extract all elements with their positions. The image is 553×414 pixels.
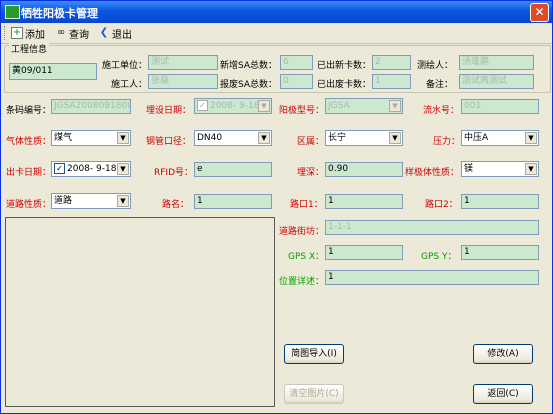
toolbar: + 添加 ∞ 查询 ❮ 退出 <box>1 23 552 44</box>
close-button[interactable]: ✕ <box>530 3 549 22</box>
lane-field[interactable]: 1-1-1 <box>325 220 539 235</box>
bury-date-checkbox[interactable]: ✓ <box>197 100 208 111</box>
chevron-down-icon[interactable]: ▼ <box>389 100 401 112</box>
image-preview <box>5 217 275 407</box>
remark-label: 备注： <box>426 80 454 90</box>
road-name-label: 路名： <box>162 200 190 210</box>
pipe-label: 钢管口径： <box>146 137 192 147</box>
app-icon <box>5 5 20 19</box>
import-image-button[interactable]: 简图导入(I) <box>284 344 344 364</box>
add-icon: + <box>11 27 23 39</box>
district-label: 区属： <box>297 137 325 147</box>
construction-unit-label: 施工单位： <box>102 61 148 71</box>
issue-date-picker[interactable]: ✓ 2008- 9-18 ▼ <box>51 161 131 177</box>
anode-type-select[interactable]: JGSA ▼ <box>325 98 403 114</box>
pipe-value: DN40 <box>197 133 223 143</box>
location-label: 位置详述： <box>279 277 325 287</box>
anode-type-label: 阳极型号： <box>279 106 325 116</box>
bury-date-label: 埋设日期： <box>146 106 192 116</box>
gas-value: 煤气 <box>54 133 73 143</box>
surveyor-label: 测绘人： <box>417 61 454 71</box>
main-window: 牺牲阳极卡管理 ✕ + 添加 ∞ 查询 ❮ 退出 工程信息 黄09/011 施工… <box>0 0 553 414</box>
serial-label: 流水号： <box>423 106 460 116</box>
add-button-label: 添加 <box>25 29 45 41</box>
district-select[interactable]: 长宁 ▼ <box>325 130 403 146</box>
rfid-label: RFID号： <box>154 168 194 178</box>
issue-date-label: 出卡日期： <box>6 168 52 178</box>
clear-image-button[interactable]: 清空图片(C) <box>284 384 344 404</box>
chevron-down-icon[interactable]: ▼ <box>117 163 129 175</box>
back-arrow-icon: ❮ <box>99 27 109 38</box>
issued-new-field[interactable]: 2 <box>372 55 411 70</box>
serial-field[interactable]: 001 <box>461 99 539 114</box>
surveyor-field[interactable]: 汤蓬鹏 <box>459 55 534 70</box>
search-button[interactable]: ∞ 查询 <box>55 25 89 41</box>
bury-date-picker[interactable]: ✓ 2008- 9-18 ▼ <box>194 98 272 114</box>
issued-scrap-field[interactable]: 1 <box>372 74 411 89</box>
location-field[interactable]: 1 <box>325 270 539 285</box>
chevron-down-icon[interactable]: ▼ <box>117 195 129 207</box>
rfid-field[interactable]: e <box>194 162 272 177</box>
title-bar[interactable]: 牺牲阳极卡管理 ✕ <box>1 1 552 23</box>
road1-field[interactable]: 1 <box>325 194 403 209</box>
pressure-label: 压力： <box>433 137 461 147</box>
project-name-field[interactable]: 黄09/011 <box>9 63 97 80</box>
back-button[interactable]: 返回(C) <box>473 384 533 404</box>
search-button-label: 查询 <box>69 29 89 41</box>
chevron-down-icon[interactable]: ▼ <box>525 163 537 175</box>
barcode-field[interactable]: JGSA20080918001 <box>51 99 131 114</box>
toolbar-grip[interactable] <box>4 26 7 40</box>
anode-type-value: JGSA <box>328 101 350 111</box>
chevron-down-icon[interactable]: ▼ <box>117 132 129 144</box>
test-body-select[interactable]: 镁 ▼ <box>461 161 539 177</box>
chevron-down-icon[interactable]: ▼ <box>258 132 270 144</box>
pipe-select[interactable]: DN40 ▼ <box>194 130 272 146</box>
add-button[interactable]: + 添加 <box>11 25 45 41</box>
test-body-label: 样极体性质： <box>405 168 460 178</box>
project-info-legend: 工程信息 <box>9 42 50 55</box>
binoculars-icon: ∞ <box>56 27 66 38</box>
gas-select[interactable]: 煤气 ▼ <box>51 130 131 146</box>
road-type-value: 道路 <box>54 196 73 206</box>
new-sa-field[interactable]: 6 <box>280 55 313 70</box>
pressure-select[interactable]: 中压A ▼ <box>461 130 539 146</box>
road1-label: 路口1： <box>290 200 323 210</box>
bury-date-value: 2008- 9-18 <box>210 101 260 111</box>
barcode-label: 条码编号： <box>6 106 52 116</box>
scrap-sa-field[interactable]: 0 <box>280 74 313 89</box>
worker-field[interactable]: 张燊 <box>148 74 218 89</box>
lane-label: 道路街坊： <box>279 227 325 237</box>
road-type-select[interactable]: 道路 ▼ <box>51 193 131 209</box>
remark-field[interactable]: 测试再测试 <box>459 74 534 89</box>
issue-date-checkbox[interactable]: ✓ <box>54 163 65 174</box>
chevron-down-icon[interactable]: ▼ <box>258 100 270 112</box>
road2-label: 路口2： <box>425 200 458 210</box>
gas-label: 气体性质： <box>6 137 52 147</box>
issue-date-value: 2008- 9-18 <box>67 164 117 174</box>
window-title: 牺牲阳极卡管理 <box>21 7 98 20</box>
scrap-sa-label: 报废SA总数： <box>220 80 278 90</box>
chevron-down-icon[interactable]: ▼ <box>389 132 401 144</box>
gps-x-field[interactable]: 1 <box>325 245 403 260</box>
new-sa-label: 新增SA总数： <box>220 61 278 71</box>
gps-y-label: GPS Y： <box>421 252 457 262</box>
pressure-value: 中压A <box>464 133 489 143</box>
road2-field[interactable]: 1 <box>461 194 539 209</box>
road-type-label: 道路性质： <box>6 200 52 210</box>
issued-scrap-label: 已出废卡数： <box>317 80 372 90</box>
road-name-field[interactable]: 1 <box>194 194 272 209</box>
chevron-down-icon[interactable]: ▼ <box>525 132 537 144</box>
modify-button[interactable]: 修改(A) <box>473 344 533 364</box>
district-value: 长宁 <box>328 133 347 143</box>
depth-label: 埋深： <box>297 168 325 178</box>
depth-field[interactable]: 0.90 <box>325 162 403 177</box>
exit-button[interactable]: ❮ 退出 <box>98 25 132 41</box>
construction-unit-field[interactable]: 测试 <box>148 55 218 70</box>
gps-x-label: GPS X： <box>288 252 325 262</box>
issued-new-label: 已出新卡数： <box>317 61 372 71</box>
gps-y-field[interactable]: 1 <box>461 245 539 260</box>
worker-label: 施工人： <box>111 80 148 90</box>
exit-button-label: 退出 <box>112 29 132 41</box>
test-body-value: 镁 <box>464 164 474 174</box>
